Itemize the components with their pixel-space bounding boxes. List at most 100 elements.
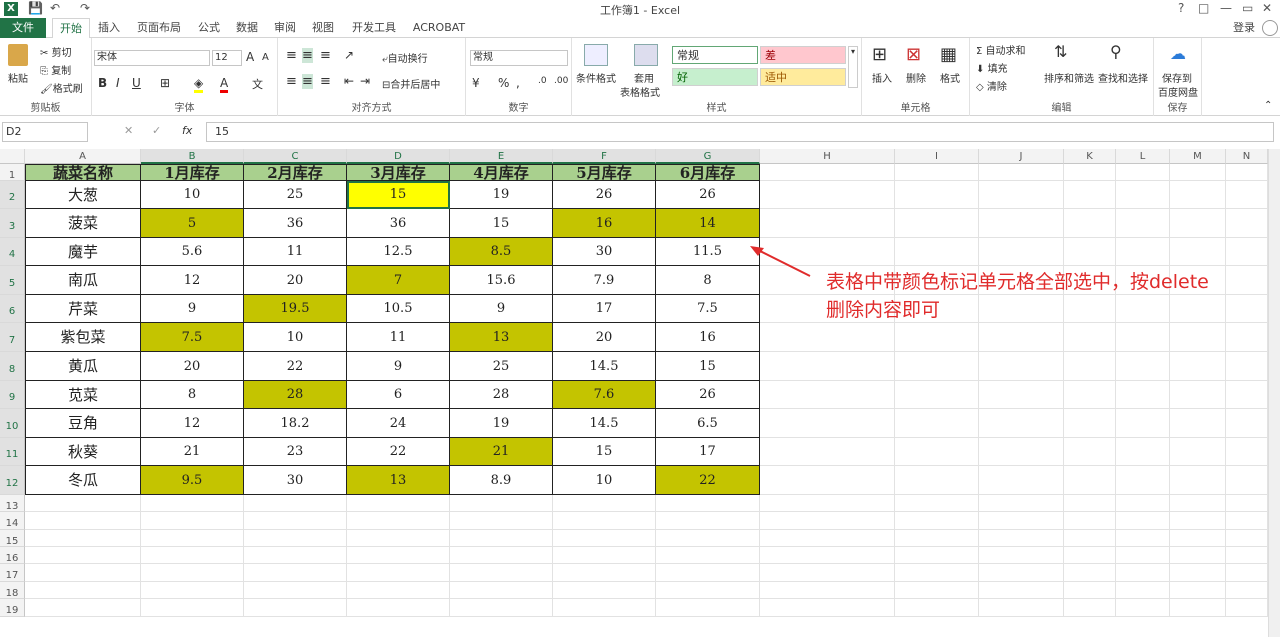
empty-cell[interactable] (1116, 582, 1170, 599)
empty-cell[interactable] (1226, 599, 1268, 617)
style-normal[interactable]: 常规 (672, 46, 758, 64)
empty-cell[interactable] (244, 582, 347, 599)
table-cell[interactable]: 15 (450, 209, 553, 238)
phonetic-icon[interactable]: 文 (252, 76, 263, 92)
conditional-format-button[interactable]: 条件格式 (576, 70, 616, 85)
table-cell[interactable]: 7.5 (141, 323, 244, 352)
empty-cell[interactable] (450, 495, 553, 512)
empty-cell[interactable] (347, 495, 450, 512)
table-cell[interactable]: 南瓜 (25, 266, 141, 295)
empty-cell[interactable] (141, 512, 244, 530)
table-cell[interactable]: 12.5 (347, 238, 450, 266)
empty-cell[interactable] (895, 582, 979, 599)
table-cell[interactable]: 30 (553, 238, 656, 266)
table-cell[interactable]: 6 (347, 381, 450, 409)
empty-cell[interactable] (979, 599, 1064, 617)
paste-button[interactable]: 粘贴 (8, 70, 28, 85)
empty-cell[interactable] (1170, 381, 1226, 409)
table-cell[interactable]: 20 (553, 323, 656, 352)
table-header-cell[interactable]: 1月库存 (141, 164, 244, 182)
empty-cell[interactable] (1226, 209, 1268, 238)
empty-cell[interactable] (1116, 181, 1170, 209)
empty-cell[interactable] (1064, 599, 1116, 617)
table-cell[interactable]: 豆角 (25, 409, 141, 438)
empty-cell[interactable] (347, 564, 450, 582)
empty-cell[interactable] (1064, 530, 1116, 547)
sort-filter-icon[interactable]: ⇅ (1054, 42, 1067, 61)
empty-cell[interactable] (895, 181, 979, 209)
empty-cell[interactable] (1064, 381, 1116, 409)
table-cell[interactable]: 12 (141, 266, 244, 295)
tab-acrobat[interactable]: ACROBAT (408, 18, 470, 38)
empty-cell[interactable] (656, 564, 760, 582)
table-cell[interactable]: 21 (450, 438, 553, 466)
empty-cell[interactable] (1116, 409, 1170, 438)
empty-cell[interactable] (244, 512, 347, 530)
empty-cell[interactable] (553, 530, 656, 547)
table-cell[interactable]: 秋葵 (25, 438, 141, 466)
cut-button[interactable]: ✂ 剪切 (40, 44, 72, 59)
empty-cell[interactable] (895, 466, 979, 495)
underline-button[interactable]: U (132, 76, 141, 90)
merge-center-button[interactable]: ⊟合并后居中 (382, 76, 440, 91)
vertical-scrollbar[interactable] (1268, 149, 1280, 637)
column-header-f[interactable]: F (553, 149, 656, 164)
column-header-l[interactable]: L (1116, 149, 1170, 164)
empty-cell[interactable] (760, 409, 895, 438)
empty-cell[interactable] (1064, 209, 1116, 238)
empty-cell[interactable] (760, 582, 895, 599)
empty-cell[interactable] (895, 238, 979, 266)
collapse-ribbon-icon[interactable]: ⌃ (1264, 100, 1272, 111)
align-bottom-icon[interactable]: ≡ (320, 48, 331, 63)
empty-cell[interactable] (1064, 164, 1116, 181)
restore-button[interactable]: ▭ (1242, 1, 1253, 15)
empty-cell[interactable] (1116, 599, 1170, 617)
empty-cell[interactable] (25, 530, 141, 547)
close-button[interactable]: ✕ (1262, 1, 1272, 15)
currency-icon[interactable]: ¥ (472, 76, 480, 90)
help-button[interactable]: ? (1178, 1, 1184, 15)
empty-cell[interactable] (760, 564, 895, 582)
select-all-corner[interactable] (0, 149, 25, 164)
bold-button[interactable]: B (98, 76, 107, 90)
empty-cell[interactable] (244, 530, 347, 547)
table-cell[interactable]: 28 (450, 381, 553, 409)
row-header-3[interactable]: 3 (0, 209, 25, 238)
table-cell[interactable]: 13 (450, 323, 553, 352)
row-header-6[interactable]: 6 (0, 295, 25, 323)
empty-cell[interactable] (1116, 238, 1170, 266)
table-cell[interactable]: 19 (450, 181, 553, 209)
empty-cell[interactable] (1170, 530, 1226, 547)
copy-button[interactable]: ⎘ 复制 (40, 62, 71, 77)
empty-cell[interactable] (1116, 164, 1170, 181)
percent-button[interactable]: % (498, 76, 509, 90)
ribbon-display-button[interactable]: □ (1198, 1, 1209, 15)
table-header-cell[interactable]: 4月库存 (450, 164, 553, 182)
sort-filter-button[interactable]: 排序和筛选 (1044, 70, 1094, 85)
table-cell[interactable]: 15 (656, 352, 760, 381)
comma-button[interactable]: , (516, 76, 520, 90)
empty-cell[interactable] (141, 530, 244, 547)
empty-cell[interactable] (1170, 164, 1226, 181)
table-cell[interactable]: 9 (450, 295, 553, 323)
empty-cell[interactable] (1170, 466, 1226, 495)
row-header-1[interactable]: 1 (0, 164, 25, 181)
empty-cell[interactable] (244, 495, 347, 512)
row-header-18[interactable]: 18 (0, 582, 25, 599)
empty-cell[interactable] (1226, 409, 1268, 438)
style-good[interactable]: 好 (672, 68, 758, 86)
table-cell[interactable]: 10 (553, 466, 656, 495)
fill-color-icon[interactable]: ◈ (194, 76, 204, 93)
align-right-icon[interactable]: ≡ (320, 74, 331, 89)
empty-cell[interactable] (979, 181, 1064, 209)
table-cell[interactable]: 5.6 (141, 238, 244, 266)
font-color-icon[interactable]: A (220, 76, 229, 93)
empty-cell[interactable] (895, 323, 979, 352)
empty-cell[interactable] (553, 495, 656, 512)
insert-cells-icon[interactable]: ⊞ (872, 44, 887, 65)
empty-cell[interactable] (895, 512, 979, 530)
orientation-icon[interactable]: ↗ (344, 48, 354, 62)
empty-cell[interactable] (1170, 582, 1226, 599)
empty-cell[interactable] (979, 209, 1064, 238)
wrap-text-button[interactable]: ⤶自动换行 (382, 50, 428, 65)
